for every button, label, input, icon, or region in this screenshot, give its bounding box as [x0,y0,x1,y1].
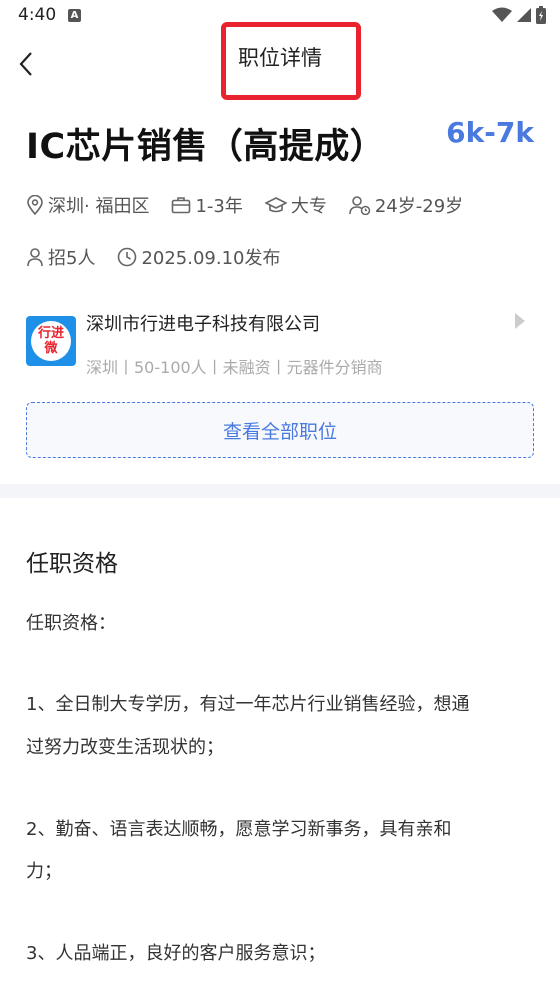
location-pin-icon [27,195,43,215]
graduation-cap-icon [264,197,287,213]
education-text: 大专 [290,196,327,217]
status-time: 4:40 [18,5,57,25]
published-text: 2025.09.10发布 [141,248,281,269]
battery-icon [536,6,546,24]
location-text: 深圳· 福田区 [48,196,150,217]
company-name: 深圳市行进电子科技有限公司 [86,314,320,335]
back-button[interactable] [14,44,42,84]
experience-text: 1-3年 [195,196,243,217]
headcount-tag: 招5人 [26,244,95,270]
notification-icon: A [68,9,81,22]
requirements-line: 3、人品端正，良好的客户服务意识； [26,943,326,964]
person-icon [27,248,43,267]
job-tags-row-1: 深圳· 福田区 1-3年 大专 24岁-29岁 [26,192,485,218]
company-arrow[interactable] [514,312,526,334]
salary: 6k-7k [446,116,534,149]
page-title: 职位详情 [238,46,322,70]
requirements-line: 力； [26,861,62,882]
view-all-jobs-button[interactable]: 查看全部职位 [26,402,534,458]
job-title: IC芯片销售（高提成） [26,127,386,167]
company-meta: 深圳丨50-100人丨未融资丨元器件分销商 [86,358,383,377]
requirements-line: 任职资格： [26,613,116,634]
company-logo-badge: 行进 微 [31,321,71,361]
education-tag: 大专 [264,192,327,218]
nav-bar: 职位详情 [0,22,560,100]
triangle-right-icon [515,313,525,329]
requirements-line: 1、全日制大专学历，有过一年芯片行业销售经验，想通 [26,694,470,715]
headcount-text: 招5人 [48,248,96,269]
section-divider [0,484,560,498]
wifi-icon [492,7,512,22]
requirements-line: 过努力改变生活现状的； [26,737,224,758]
requirements-line: 2、勤奋、语言表达顺畅，愿意学习新事务，具有亲和 [26,819,452,840]
published-tag: 2025.09.10发布 [117,244,281,270]
company-logo: 行进 微 [26,316,76,366]
age-text: 24岁-29岁 [374,196,464,217]
job-tags-row-2: 招5人 2025.09.10发布 [26,244,303,270]
clock-icon [118,247,137,267]
chevron-left-icon [19,52,32,76]
experience-tag: 1-3年 [171,192,243,218]
person-clock-icon [349,196,371,215]
signal-icon [517,8,531,22]
location-tag: 深圳· 福田区 [26,192,149,218]
briefcase-icon [172,197,191,214]
status-icons [492,6,546,24]
company-card[interactable]: 行进 微 深圳市行进电子科技有限公司 深圳丨50-100人丨未融资丨元器件分销商 [26,306,534,377]
age-tag: 24岁-29岁 [349,192,463,218]
requirements-title: 任职资格 [26,551,118,577]
